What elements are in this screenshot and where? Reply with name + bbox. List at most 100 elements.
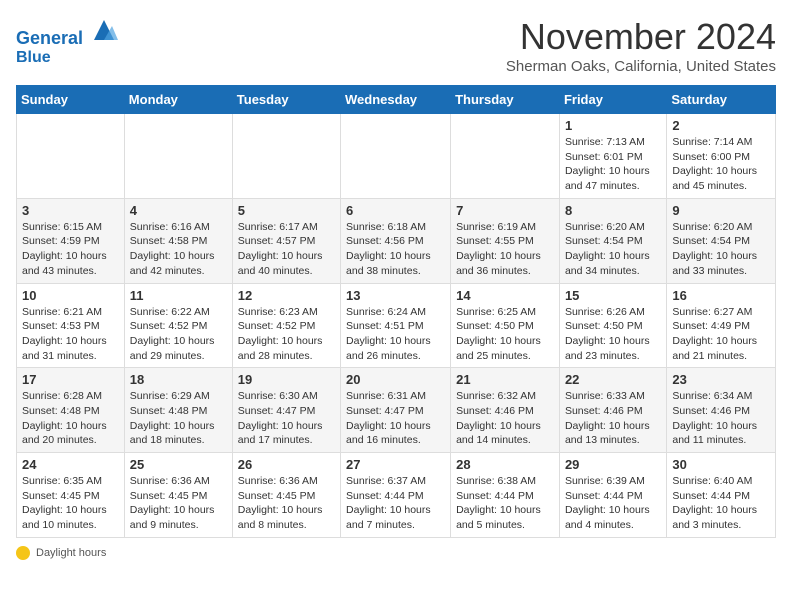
day-number: 7 bbox=[456, 203, 554, 218]
day-header-friday: Friday bbox=[559, 86, 666, 114]
day-info: Sunrise: 6:24 AM Sunset: 4:51 PM Dayligh… bbox=[346, 305, 445, 364]
day-info: Sunrise: 6:22 AM Sunset: 4:52 PM Dayligh… bbox=[130, 305, 227, 364]
calendar-week-1: 1Sunrise: 7:13 AM Sunset: 6:01 PM Daylig… bbox=[17, 114, 776, 199]
day-number: 6 bbox=[346, 203, 445, 218]
calendar-cell: 16 Sunrise: 6:27 AM Sunset: 4:49 PM Dayli… bbox=[667, 283, 776, 368]
day-number: 4 bbox=[130, 203, 227, 218]
day-number: 5 bbox=[238, 203, 335, 218]
day-info: Sunrise: 6:20 AM Sunset: 4:54 PM Dayligh… bbox=[672, 220, 770, 279]
day-number: 8 bbox=[565, 203, 661, 218]
day-info: Sunrise: 6:28 AM Sunset: 4:48 PM Dayligh… bbox=[22, 389, 119, 448]
day-header-tuesday: Tuesday bbox=[232, 86, 340, 114]
calendar-cell: 14Sunrise: 6:25 AM Sunset: 4:50 PM Dayli… bbox=[451, 283, 560, 368]
day-header-saturday: Saturday bbox=[667, 86, 776, 114]
calendar-week-5: 24Sunrise: 6:35 AM Sunset: 4:45 PM Dayli… bbox=[17, 453, 776, 538]
calendar-cell: 12 Sunrise: 6:23 AM Sunset: 4:52 PM Dayli… bbox=[232, 283, 340, 368]
daylight-label: Daylight hours bbox=[36, 547, 106, 559]
calendar-cell: 3 Sunrise: 6:15 AM Sunset: 4:59 PM Daylig… bbox=[17, 198, 125, 283]
logo-icon bbox=[90, 16, 118, 44]
calendar-week-4: 17 Sunrise: 6:28 AM Sunset: 4:48 PM Dayli… bbox=[17, 368, 776, 453]
sun-icon bbox=[16, 546, 30, 560]
logo-text: General bbox=[16, 16, 118, 49]
month-title: November 2024 bbox=[506, 16, 776, 58]
calendar-cell bbox=[124, 114, 232, 199]
day-number: 26 bbox=[238, 457, 335, 472]
calendar-cell: 11 Sunrise: 6:22 AM Sunset: 4:52 PM Dayli… bbox=[124, 283, 232, 368]
logo-general: General bbox=[16, 28, 83, 48]
calendar-cell: 22 Sunrise: 6:33 AM Sunset: 4:46 PM Dayli… bbox=[559, 368, 666, 453]
day-info: Sunrise: 6:27 AM Sunset: 4:49 PM Dayligh… bbox=[672, 305, 770, 364]
calendar-cell: 23 Sunrise: 6:34 AM Sunset: 4:46 PM Dayli… bbox=[667, 368, 776, 453]
location-title: Sherman Oaks, California, United States bbox=[506, 58, 776, 75]
day-number: 11 bbox=[130, 288, 227, 303]
day-number: 24 bbox=[22, 457, 119, 472]
calendar-cell: 21Sunrise: 6:32 AM Sunset: 4:46 PM Dayli… bbox=[451, 368, 560, 453]
day-number: 2 bbox=[672, 118, 770, 133]
day-info: Sunrise: 6:31 AM Sunset: 4:47 PM Dayligh… bbox=[346, 389, 445, 448]
day-info: Sunrise: 6:38 AM Sunset: 4:44 PM Dayligh… bbox=[456, 474, 554, 533]
day-number: 1 bbox=[565, 118, 661, 133]
day-number: 18 bbox=[130, 372, 227, 387]
calendar-week-3: 10Sunrise: 6:21 AM Sunset: 4:53 PM Dayli… bbox=[17, 283, 776, 368]
day-number: 3 bbox=[22, 203, 119, 218]
day-info: Sunrise: 6:25 AM Sunset: 4:50 PM Dayligh… bbox=[456, 305, 554, 364]
day-info: Sunrise: 6:36 AM Sunset: 4:45 PM Dayligh… bbox=[130, 474, 227, 533]
calendar-cell: 1Sunrise: 7:13 AM Sunset: 6:01 PM Daylig… bbox=[559, 114, 666, 199]
calendar-cell: 4Sunrise: 6:16 AM Sunset: 4:58 PM Daylig… bbox=[124, 198, 232, 283]
calendar-cell: 2 Sunrise: 7:14 AM Sunset: 6:00 PM Daylig… bbox=[667, 114, 776, 199]
calendar-cell: 28 Sunrise: 6:38 AM Sunset: 4:44 PM Dayli… bbox=[451, 453, 560, 538]
calendar-cell: 9Sunrise: 6:20 AM Sunset: 4:54 PM Daylig… bbox=[667, 198, 776, 283]
day-number: 10 bbox=[22, 288, 119, 303]
day-number: 17 bbox=[22, 372, 119, 387]
day-info: Sunrise: 7:14 AM Sunset: 6:00 PM Dayligh… bbox=[672, 135, 770, 194]
page-header: General Blue November 2024 Sherman Oaks,… bbox=[16, 16, 776, 75]
day-info: Sunrise: 6:39 AM Sunset: 4:44 PM Dayligh… bbox=[565, 474, 661, 533]
calendar-cell bbox=[451, 114, 560, 199]
calendar-cell: 27 Sunrise: 6:37 AM Sunset: 4:44 PM Dayli… bbox=[341, 453, 451, 538]
day-info: Sunrise: 6:29 AM Sunset: 4:48 PM Dayligh… bbox=[130, 389, 227, 448]
day-info: Sunrise: 6:33 AM Sunset: 4:46 PM Dayligh… bbox=[565, 389, 661, 448]
day-info: Sunrise: 6:19 AM Sunset: 4:55 PM Dayligh… bbox=[456, 220, 554, 279]
title-area: November 2024 Sherman Oaks, California, … bbox=[506, 16, 776, 75]
day-number: 16 bbox=[672, 288, 770, 303]
calendar-cell: 7 Sunrise: 6:19 AM Sunset: 4:55 PM Daylig… bbox=[451, 198, 560, 283]
day-info: Sunrise: 6:30 AM Sunset: 4:47 PM Dayligh… bbox=[238, 389, 335, 448]
calendar-cell: 19 Sunrise: 6:30 AM Sunset: 4:47 PM Dayli… bbox=[232, 368, 340, 453]
day-info: Sunrise: 6:26 AM Sunset: 4:50 PM Dayligh… bbox=[565, 305, 661, 364]
day-number: 29 bbox=[565, 457, 661, 472]
calendar-cell: 8 Sunrise: 6:20 AM Sunset: 4:54 PM Daylig… bbox=[559, 198, 666, 283]
day-info: Sunrise: 6:17 AM Sunset: 4:57 PM Dayligh… bbox=[238, 220, 335, 279]
day-info: Sunrise: 6:20 AM Sunset: 4:54 PM Dayligh… bbox=[565, 220, 661, 279]
day-number: 27 bbox=[346, 457, 445, 472]
day-number: 20 bbox=[346, 372, 445, 387]
calendar-cell: 17 Sunrise: 6:28 AM Sunset: 4:48 PM Dayli… bbox=[17, 368, 125, 453]
day-number: 13 bbox=[346, 288, 445, 303]
calendar-cell: 24Sunrise: 6:35 AM Sunset: 4:45 PM Dayli… bbox=[17, 453, 125, 538]
calendar-cell: 29 Sunrise: 6:39 AM Sunset: 4:44 PM Dayli… bbox=[559, 453, 666, 538]
calendar-table: SundayMondayTuesdayWednesdayThursdayFrid… bbox=[16, 85, 776, 538]
day-info: Sunrise: 6:36 AM Sunset: 4:45 PM Dayligh… bbox=[238, 474, 335, 533]
calendar-cell: 26 Sunrise: 6:36 AM Sunset: 4:45 PM Dayli… bbox=[232, 453, 340, 538]
day-info: Sunrise: 6:37 AM Sunset: 4:44 PM Dayligh… bbox=[346, 474, 445, 533]
logo-blue: Blue bbox=[16, 49, 118, 67]
day-header-wednesday: Wednesday bbox=[341, 86, 451, 114]
calendar-cell bbox=[17, 114, 125, 199]
calendar-cell bbox=[232, 114, 340, 199]
day-info: Sunrise: 6:15 AM Sunset: 4:59 PM Dayligh… bbox=[22, 220, 119, 279]
day-info: Sunrise: 6:40 AM Sunset: 4:44 PM Dayligh… bbox=[672, 474, 770, 533]
calendar-cell: 6Sunrise: 6:18 AM Sunset: 4:56 PM Daylig… bbox=[341, 198, 451, 283]
day-info: Sunrise: 6:23 AM Sunset: 4:52 PM Dayligh… bbox=[238, 305, 335, 364]
day-info: Sunrise: 6:34 AM Sunset: 4:46 PM Dayligh… bbox=[672, 389, 770, 448]
day-header-thursday: Thursday bbox=[451, 86, 560, 114]
day-number: 22 bbox=[565, 372, 661, 387]
day-number: 12 bbox=[238, 288, 335, 303]
calendar-cell: 15Sunrise: 6:26 AM Sunset: 4:50 PM Dayli… bbox=[559, 283, 666, 368]
calendar-header-row: SundayMondayTuesdayWednesdayThursdayFrid… bbox=[17, 86, 776, 114]
day-number: 23 bbox=[672, 372, 770, 387]
day-number: 19 bbox=[238, 372, 335, 387]
calendar-cell bbox=[341, 114, 451, 199]
footer-note: Daylight hours bbox=[16, 546, 776, 560]
calendar-cell: 25Sunrise: 6:36 AM Sunset: 4:45 PM Dayli… bbox=[124, 453, 232, 538]
calendar-cell: 20 Sunrise: 6:31 AM Sunset: 4:47 PM Dayli… bbox=[341, 368, 451, 453]
day-number: 28 bbox=[456, 457, 554, 472]
